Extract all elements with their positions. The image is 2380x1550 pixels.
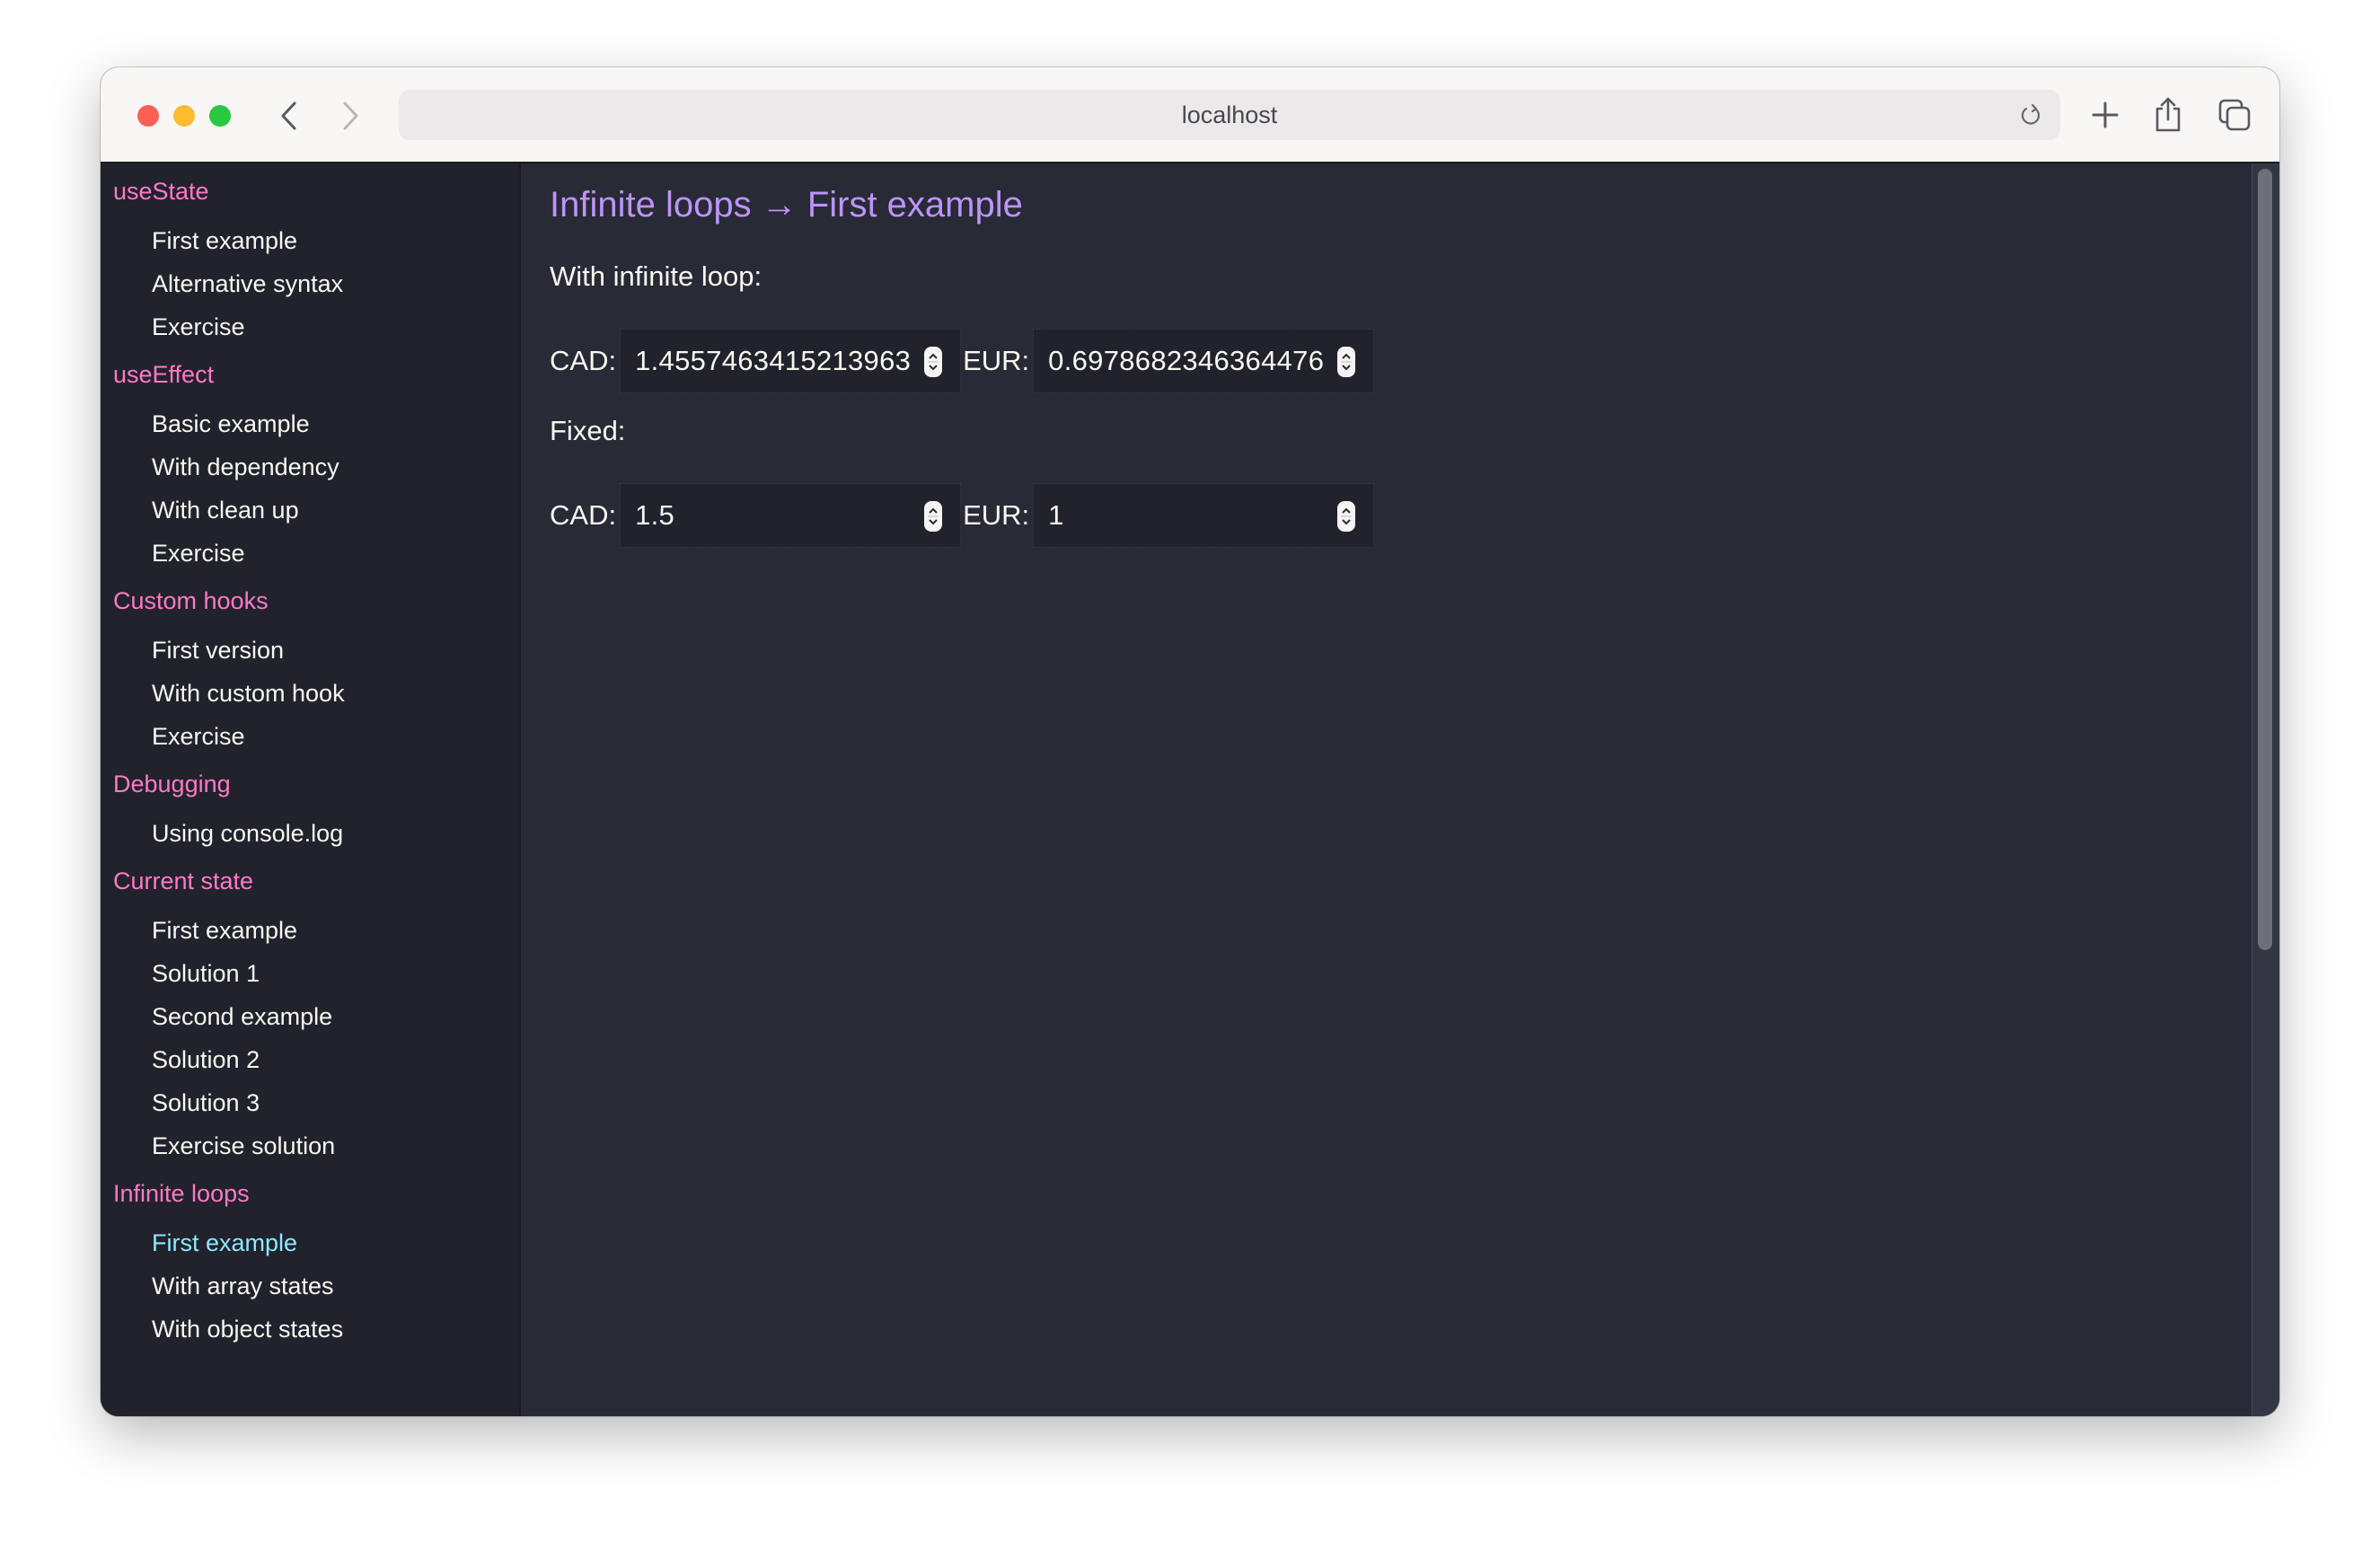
sidebar-item[interactable]: Exercise: [101, 715, 519, 758]
sidebar-section-title: Current state: [113, 867, 254, 894]
browser-toolbar: localhost: [101, 67, 2279, 163]
sidebar-item[interactable]: With custom hook: [101, 672, 519, 715]
tab-overview-button[interactable]: [2215, 92, 2254, 137]
number-stepper[interactable]: [1337, 347, 1356, 377]
sidebar-section-title: Custom hooks: [113, 587, 269, 614]
stepper-arrows-icon: [1341, 507, 1353, 525]
sidebar-section-title: Debugging: [113, 771, 231, 797]
stepper-arrows-icon: [1341, 353, 1353, 371]
browser-window: localhost useState First example Alternati…: [101, 67, 2279, 1416]
chevron-right-icon: [343, 101, 358, 130]
stepper-arrows-icon: [928, 353, 939, 371]
sidebar-section: Current state First example Solution 1 Seco…: [101, 864, 519, 1176]
eur-value[interactable]: 0.6978682346364476: [1048, 345, 1324, 377]
infinite-loop-row: CAD: 1.4557463415213963 EUR: 0.697868234…: [550, 328, 1375, 394]
sidebar-item[interactable]: Second example: [101, 995, 519, 1038]
reload-button[interactable]: [2017, 101, 2044, 128]
sidebar-section: Infinite loops First example With array st…: [101, 1176, 519, 1360]
cad-value[interactable]: 1.5: [635, 499, 674, 532]
close-window-button[interactable]: [137, 105, 159, 127]
sidebar-item[interactable]: With dependency: [101, 445, 519, 489]
cad-label: CAD:: [550, 345, 617, 376]
minimize-window-button[interactable]: [173, 105, 195, 127]
eur-input-fixed[interactable]: 1: [1033, 483, 1375, 548]
cad-label: CAD:: [550, 499, 617, 531]
fixed-heading: Fixed:: [550, 415, 626, 446]
sidebar-item[interactable]: Basic example: [101, 402, 519, 445]
share-button[interactable]: [2148, 92, 2188, 137]
address-bar[interactable]: localhost: [399, 90, 2060, 140]
number-stepper[interactable]: [924, 347, 943, 377]
reload-icon: [2021, 103, 2041, 125]
vertical-scrollbar[interactable]: [2252, 163, 2279, 1416]
plus-icon: [2092, 101, 2119, 128]
page-title: Infinite loops → First example: [550, 185, 1023, 225]
cad-input-fixed[interactable]: 1.5: [620, 483, 962, 548]
sidebar-section-items: First example With array states With objec…: [101, 1211, 519, 1360]
sidebar-section: Custom hooks First version With custom hoo…: [101, 584, 519, 767]
sidebar-item[interactable]: With object states: [101, 1308, 519, 1351]
cad-value[interactable]: 1.4557463415213963: [635, 345, 911, 377]
sidebar-section: useState First example Alternative syntax E…: [101, 174, 519, 357]
eur-value[interactable]: 1: [1048, 499, 1064, 532]
tab-overview-icon: [2218, 99, 2251, 131]
sidebar-section-items: Using console.log: [101, 801, 519, 864]
fixed-row: CAD: 1.5 EUR: 1: [550, 482, 1375, 549]
sidebar-item[interactable]: First example: [101, 219, 519, 262]
number-stepper[interactable]: [1337, 501, 1356, 532]
sidebar-section-title: useState: [113, 178, 209, 205]
sidebar-item[interactable]: Solution 3: [101, 1081, 519, 1124]
sidebar-item[interactable]: Solution 1: [101, 952, 519, 995]
sidebar-section-items: Basic example With dependency With clean u…: [101, 392, 519, 584]
url-text[interactable]: localhost: [399, 90, 2060, 140]
sidebar-section: Debugging Using console.log: [101, 767, 519, 864]
sidebar-section-items: First example Solution 1 Second example Sol…: [101, 898, 519, 1176]
eur-input-infinite[interactable]: 0.6978682346364476: [1033, 329, 1375, 393]
infinite-loop-heading: With infinite loop:: [550, 260, 762, 292]
sidebar-item[interactable]: Alternative syntax: [101, 262, 519, 305]
sidebar-item[interactable]: With clean up: [101, 489, 519, 532]
main-content: Infinite loops → First example With infi…: [521, 163, 2252, 1416]
new-tab-button[interactable]: [2085, 92, 2125, 137]
sidebar-section-items: First version With custom hook Exercise: [101, 618, 519, 767]
stepper-arrows-icon: [928, 507, 939, 525]
sidebar-section-title: Infinite loops: [113, 1180, 250, 1207]
sidebar-item[interactable]: First example: [101, 909, 519, 952]
cad-input-infinite[interactable]: 1.4557463415213963: [620, 329, 962, 393]
sidebar-item[interactable]: Exercise solution: [101, 1124, 519, 1167]
scrollbar-thumb[interactable]: [2258, 169, 2272, 950]
forward-button[interactable]: [332, 98, 368, 134]
sidebar-item[interactable]: Exercise: [101, 532, 519, 575]
sidebar-section: useEffect Basic example With dependency Wit…: [101, 357, 519, 584]
maximize-window-button[interactable]: [209, 105, 231, 127]
back-button[interactable]: [271, 98, 307, 134]
number-stepper[interactable]: [924, 501, 943, 532]
chevron-left-icon: [281, 101, 296, 130]
sidebar-item[interactable]: Using console.log: [101, 812, 519, 855]
sidebar-item[interactable]: With array states: [101, 1264, 519, 1308]
sidebar-section-title: useEffect: [113, 361, 215, 388]
sidebar-nav: useState First example Alternative syntax E…: [101, 163, 521, 1416]
sidebar-item[interactable]: First example: [101, 1221, 519, 1264]
share-icon: [2155, 97, 2181, 132]
sidebar-item[interactable]: First version: [101, 629, 519, 672]
eur-label: EUR:: [963, 345, 1030, 376]
eur-label: EUR:: [963, 499, 1030, 531]
sidebar-section-items: First example Alternative syntax Exercise: [101, 208, 519, 357]
sidebar-item[interactable]: Exercise: [101, 305, 519, 348]
sidebar-item[interactable]: Solution 2: [101, 1038, 519, 1081]
